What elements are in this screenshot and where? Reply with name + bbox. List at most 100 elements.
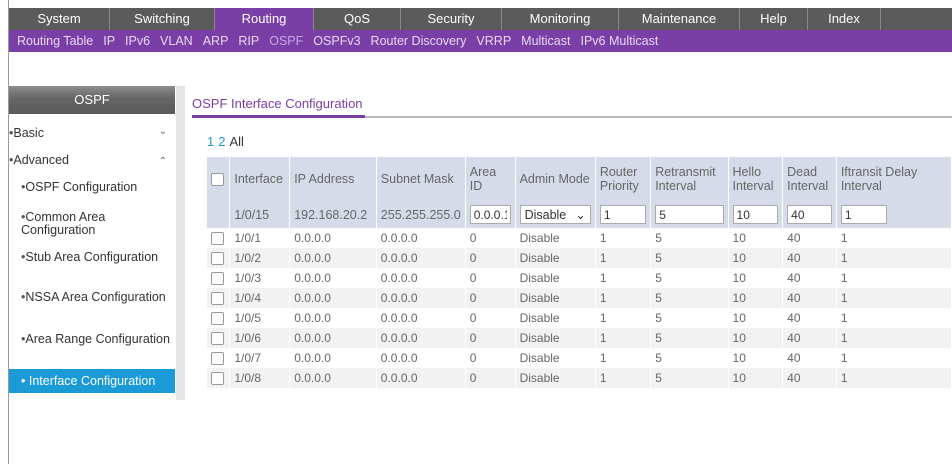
table-row[interactable]: 1/0/8 0.0.0.0 0.0.0.0 0 Disable 1 5 10 40 1 bbox=[207, 368, 952, 388]
cell-dead: 40 bbox=[782, 308, 837, 328]
edit-row: 1/0/15 192.168.20.2 255.255.255.0 Disabl… bbox=[207, 201, 952, 228]
select-all-cell bbox=[207, 157, 231, 201]
row-checkbox[interactable] bbox=[211, 312, 224, 326]
nav-qos[interactable]: QoS bbox=[314, 8, 401, 30]
cell-retransmit: 5 bbox=[650, 308, 729, 328]
interface-table: Interface IP Address Subnet Mask Area ID… bbox=[207, 157, 952, 388]
subnav-multicast[interactable]: Multicast bbox=[521, 34, 570, 48]
page-link-2[interactable]: 2 bbox=[218, 134, 225, 149]
cell-hello: 10 bbox=[728, 368, 784, 388]
page-title-tab[interactable]: OSPF Interface Configuration bbox=[192, 96, 363, 111]
select-all-checkbox[interactable] bbox=[211, 173, 224, 187]
subnav-ipv6[interactable]: IPv6 bbox=[125, 34, 150, 48]
nav-maintenance[interactable]: Maintenance bbox=[619, 8, 740, 30]
cell-retransmit: 5 bbox=[650, 348, 729, 368]
cell-interface: 1/0/7 bbox=[229, 348, 291, 368]
router-priority-input[interactable] bbox=[599, 205, 647, 224]
table-row[interactable]: 1/0/4 0.0.0.0 0.0.0.0 0 Disable 1 5 10 40 1 bbox=[207, 288, 952, 308]
iftransit-delay-input[interactable] bbox=[840, 205, 887, 224]
table-row[interactable]: 1/0/7 0.0.0.0 0.0.0.0 0 Disable 1 5 10 40 1 bbox=[207, 348, 952, 368]
subnav-router-discovery[interactable]: Router Discovery bbox=[371, 34, 467, 48]
table-header: Interface IP Address Subnet Mask Area ID… bbox=[207, 157, 952, 201]
subnav-vrrp[interactable]: VRRP bbox=[476, 34, 511, 48]
area-id-input[interactable] bbox=[469, 205, 511, 224]
cell-hello: 10 bbox=[728, 308, 784, 328]
sidebar-scrollbar[interactable] bbox=[176, 86, 185, 400]
col-interface[interactable]: Interface bbox=[229, 157, 291, 201]
cell-interface: 1/0/2 bbox=[229, 248, 291, 268]
subnav-arp[interactable]: ARP bbox=[203, 34, 229, 48]
subnav-routing-table[interactable]: Routing Table bbox=[17, 34, 93, 48]
sidebar-item-interface-configuration[interactable]: • Interface Configuration bbox=[9, 369, 175, 393]
table-row[interactable]: 1/0/5 0.0.0.0 0.0.0.0 0 Disable 1 5 10 40 1 bbox=[207, 308, 952, 328]
sidebar-item-label: Advanced bbox=[13, 153, 69, 167]
subnav-ipv6-multicast[interactable]: IPv6 Multicast bbox=[580, 34, 658, 48]
cell-area-id: 0 bbox=[465, 368, 516, 388]
sidebar-item-common-area[interactable]: •Common Area Configuration bbox=[9, 211, 175, 237]
col-router-priority[interactable]: Router Priority bbox=[595, 157, 652, 201]
row-checkbox[interactable] bbox=[211, 292, 224, 306]
table-row[interactable]: 1/0/3 0.0.0.0 0.0.0.0 0 Disable 1 5 10 40 1 bbox=[207, 268, 952, 288]
col-area-id[interactable]: Area ID bbox=[465, 157, 516, 201]
sidebar-item-ospf-configuration[interactable]: •OSPF Configuration bbox=[9, 181, 175, 194]
page-link-all[interactable]: All bbox=[229, 134, 243, 149]
hello-interval-input[interactable] bbox=[732, 205, 779, 224]
table-row[interactable]: 1/0/2 0.0.0.0 0.0.0.0 0 Disable 1 5 10 40 1 bbox=[207, 248, 952, 268]
nav-security[interactable]: Security bbox=[401, 8, 502, 30]
admin-mode-select[interactable]: Disable ⌄ bbox=[519, 205, 591, 224]
cell-ip-address: 0.0.0.0 bbox=[289, 308, 377, 328]
col-subnet-mask[interactable]: Subnet Mask bbox=[376, 157, 466, 201]
col-dead-interval[interactable]: Dead Interval bbox=[782, 157, 837, 201]
subnav-rip[interactable]: RIP bbox=[238, 34, 259, 48]
cell-retransmit: 5 bbox=[650, 328, 729, 348]
subnav-ospfv3[interactable]: OSPFv3 bbox=[313, 34, 360, 48]
dead-interval-input[interactable] bbox=[787, 205, 832, 224]
row-checkbox[interactable] bbox=[211, 372, 224, 386]
edit-dead-cell bbox=[782, 201, 837, 228]
sidebar-item-stub-area[interactable]: •Stub Area Configuration bbox=[9, 251, 175, 264]
cell-subnet-mask: 0.0.0.0 bbox=[376, 288, 466, 308]
row-checkbox[interactable] bbox=[211, 272, 224, 286]
cell-subnet-mask: 0.0.0.0 bbox=[376, 368, 466, 388]
cell-dead: 40 bbox=[782, 348, 837, 368]
sidebar-item-advanced[interactable]: •Advanced ⌃ bbox=[9, 153, 175, 167]
cell-ip-address: 0.0.0.0 bbox=[289, 228, 377, 248]
row-checkbox-cell bbox=[207, 368, 231, 388]
row-checkbox[interactable] bbox=[211, 332, 224, 346]
cell-area-id: 0 bbox=[465, 328, 516, 348]
nav-help[interactable]: Help bbox=[740, 8, 808, 30]
col-iftransit-delay[interactable]: Iftransit Delay Interval bbox=[836, 157, 952, 201]
sidebar-item-nssa-area[interactable]: •NSSA Area Configuration bbox=[9, 291, 175, 304]
col-hello-interval[interactable]: Hello Interval bbox=[728, 157, 784, 201]
nav-monitoring[interactable]: Monitoring bbox=[502, 8, 619, 30]
cell-subnet-mask: 0.0.0.0 bbox=[376, 348, 466, 368]
edit-area-cell bbox=[465, 201, 516, 228]
table-row[interactable]: 1/0/1 0.0.0.0 0.0.0.0 0 Disable 1 5 10 40 1 bbox=[207, 228, 952, 248]
retransmit-interval-input[interactable] bbox=[655, 205, 724, 224]
col-retransmit-interval[interactable]: Retransmit Interval bbox=[650, 157, 729, 201]
page-link-1[interactable]: 1 bbox=[207, 134, 214, 149]
col-ip-address[interactable]: IP Address bbox=[289, 157, 377, 201]
subnav-vlan[interactable]: VLAN bbox=[160, 34, 193, 48]
subnav-ip[interactable]: IP bbox=[103, 34, 115, 48]
nav-system[interactable]: System bbox=[9, 8, 110, 30]
cell-subnet-mask: 0.0.0.0 bbox=[376, 308, 466, 328]
table-row[interactable]: 1/0/6 0.0.0.0 0.0.0.0 0 Disable 1 5 10 40 1 bbox=[207, 328, 952, 348]
sidebar-item-basic[interactable]: •Basic ⌄ bbox=[9, 126, 175, 140]
cell-admin-mode: Disable bbox=[515, 308, 596, 328]
nav-switching[interactable]: Switching bbox=[110, 8, 215, 30]
row-checkbox[interactable] bbox=[211, 232, 224, 246]
nav-index[interactable]: Index bbox=[808, 8, 881, 30]
cell-area-id: 0 bbox=[465, 348, 516, 368]
row-checkbox[interactable] bbox=[211, 352, 224, 366]
sidebar-item-area-range[interactable]: •Area Range Configuration bbox=[9, 333, 175, 346]
cell-ip-address: 0.0.0.0 bbox=[289, 348, 377, 368]
cell-dead: 40 bbox=[782, 268, 837, 288]
row-checkbox[interactable] bbox=[211, 252, 224, 266]
edit-checkbox-cell bbox=[207, 201, 231, 228]
nav-routing[interactable]: Routing bbox=[215, 8, 314, 30]
subnav-ospf[interactable]: OSPF bbox=[269, 34, 303, 48]
col-admin-mode[interactable]: Admin Mode bbox=[515, 157, 596, 201]
cell-subnet-mask: 0.0.0.0 bbox=[376, 268, 466, 288]
cell-interface: 1/0/3 bbox=[229, 268, 291, 288]
